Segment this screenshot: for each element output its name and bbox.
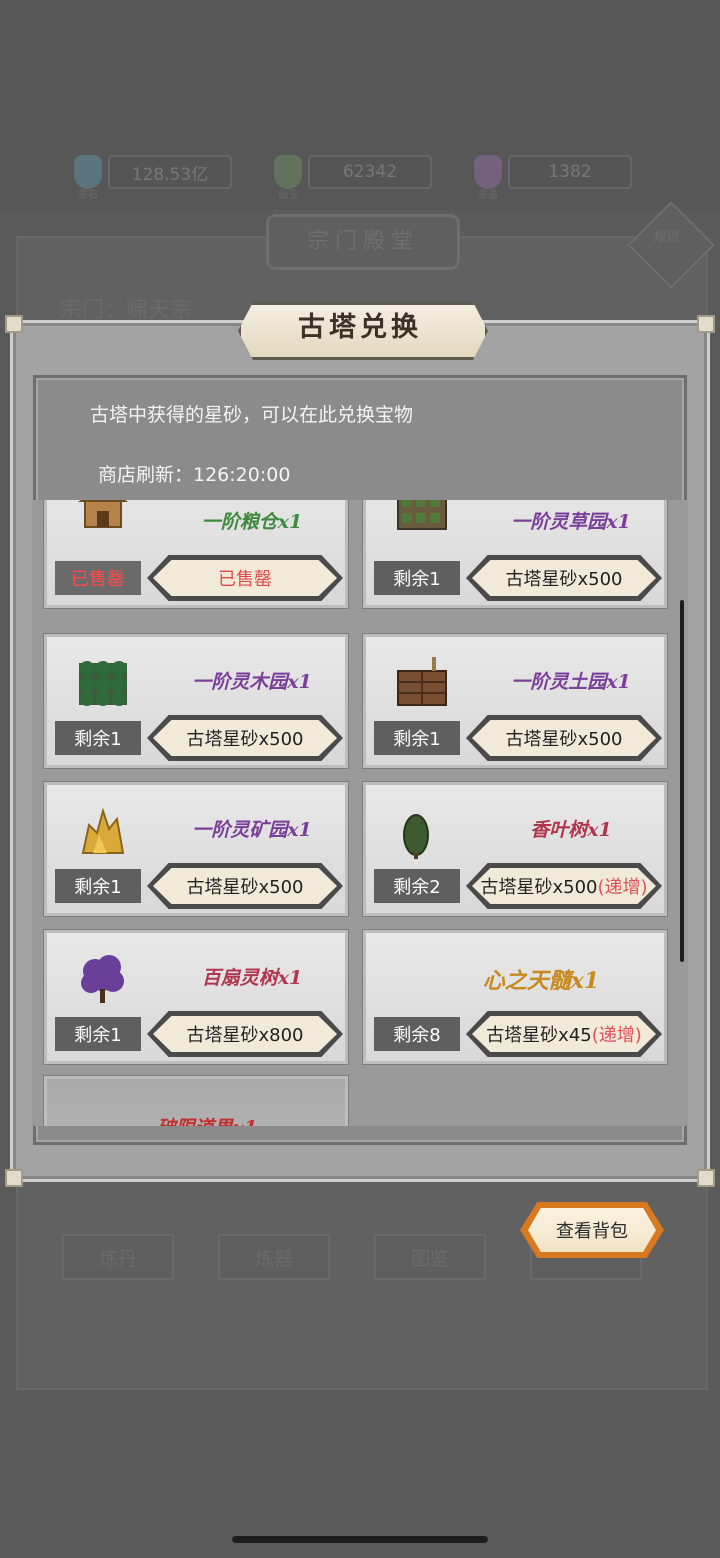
corner-ornament (697, 315, 715, 333)
item-card[interactable]: 香叶树x1 剩余2 古塔星砂x500 (递增) (363, 782, 667, 916)
item-card[interactable]: 一阶灵草园x1 剩余1 古塔星砂x500 (363, 500, 667, 608)
sold-out-button[interactable]: 已售罄 (153, 560, 337, 596)
resource-jade: 62342 仙玉 (274, 150, 432, 201)
item-card[interactable]: 百扇灵树x1 剩余1 古塔星砂x800 (44, 930, 348, 1064)
buy-button[interactable]: 古塔星砂x500 (153, 868, 337, 904)
item-card[interactable]: 一阶粮仓x1 已售罄 已售罄 (44, 500, 348, 608)
popup-description: 古塔中获得的星砂，可以在此兑换宝物 (90, 404, 414, 426)
granary-icon (77, 500, 129, 531)
tab-codex[interactable]: 图鉴 (374, 1234, 486, 1280)
resource-spirit-stone: 128.53亿 灵石 (74, 150, 232, 201)
tab-forge[interactable]: 炼器 (218, 1234, 330, 1280)
item-card[interactable]: 一阶灵木园x1 剩余1 古塔星砂x500 (44, 634, 348, 768)
fragrant-tree-icon (396, 809, 448, 861)
view-bag-button[interactable]: 查看背包 (528, 1208, 656, 1252)
item-list[interactable]: 一阶粮仓x1 已售罄 已售罄 一阶灵草园x1 剩余1 古塔星砂x500 一阶灵木… (32, 500, 688, 1126)
buy-button[interactable]: 古塔星砂x45 (递增) (472, 1016, 656, 1052)
item-card[interactable]: 破限道果x1 (44, 1076, 348, 1126)
herb-garden-icon (396, 500, 448, 531)
buy-button[interactable]: 古塔星砂x500 (472, 560, 656, 596)
corner-ornament (5, 315, 23, 333)
tree-garden-icon (77, 655, 129, 707)
shop-refresh-timer: 商店刷新：126:20:00 (98, 464, 291, 486)
buy-button[interactable]: 古塔星砂x500 (472, 720, 656, 756)
background-title: 宗门殿堂 (266, 214, 460, 270)
tab-alchemy[interactable]: 炼丹 (62, 1234, 174, 1280)
crystal-icon (474, 155, 502, 189)
item-card[interactable]: 一阶灵土园x1 剩余1 古塔星砂x500 (363, 634, 667, 768)
buy-button[interactable]: 古塔星砂x500 (153, 720, 337, 756)
popup-title: 古塔兑换 (298, 312, 422, 343)
corner-ornament (697, 1169, 715, 1187)
buy-button[interactable]: 古塔星砂x500 (递增) (472, 868, 656, 904)
scrollbar[interactable] (680, 600, 684, 962)
item-card[interactable]: 心之天髓x1 剩余8 古塔星砂x45 (递增) (363, 930, 667, 1064)
spirit-stone-icon (74, 155, 102, 189)
purple-tree-icon (77, 953, 129, 1005)
mine-garden-icon (77, 805, 129, 857)
resource-crystal: 1382 灵晶 (474, 150, 632, 201)
jade-icon (274, 155, 302, 189)
corner-ornament (5, 1169, 23, 1187)
earth-garden-icon (396, 655, 448, 707)
buy-button[interactable]: 古塔星砂x800 (153, 1016, 337, 1052)
item-card[interactable]: 一阶灵矿园x1 剩余1 古塔星砂x500 (44, 782, 348, 916)
home-indicator[interactable] (232, 1536, 488, 1543)
